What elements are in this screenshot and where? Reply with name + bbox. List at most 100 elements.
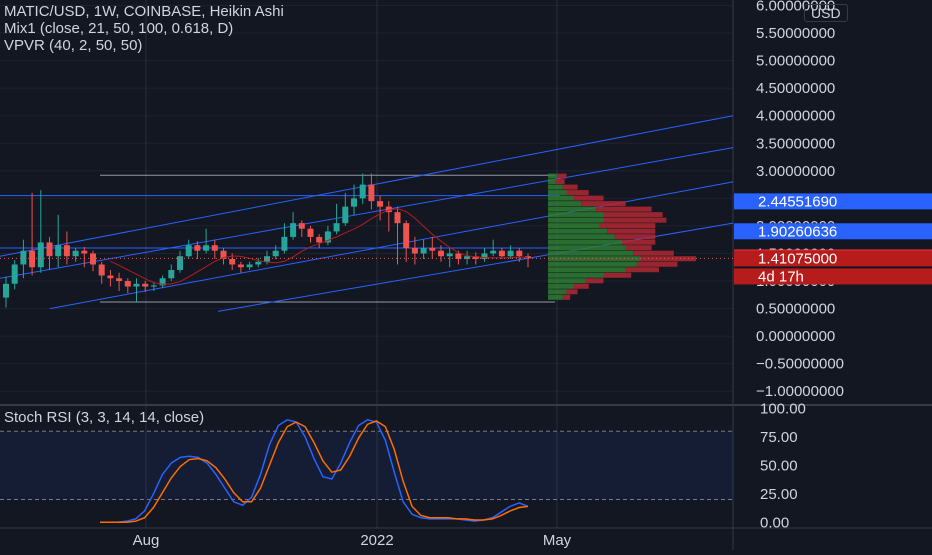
vpvr-up-bar [548, 195, 574, 201]
candle-body [90, 253, 96, 265]
candle-body [46, 242, 53, 257]
candle-body [63, 245, 70, 257]
vpvr-down-bar [566, 289, 578, 295]
candle-body [11, 264, 18, 284]
candle-body [142, 283, 149, 287]
candle-body [438, 250, 444, 257]
candle-body [194, 245, 201, 251]
vpvr-up-bar [548, 239, 622, 245]
candle-body [211, 245, 218, 251]
candle-body [229, 258, 236, 265]
candle-body [3, 283, 9, 298]
candle-body [507, 250, 514, 257]
vpvr-down-bar [566, 190, 589, 196]
price-tick-label: 0.50000000 [756, 301, 835, 318]
vpvr-up-bar [548, 184, 563, 190]
price-tick-label: −1.00000000 [756, 383, 844, 400]
vpvr-down-bar [625, 245, 652, 251]
price-tick-label: 3.50000000 [756, 135, 835, 152]
indicator-legend-mix[interactable]: Mix1 (close, 21, 50, 100, 0.618, D) [4, 20, 233, 37]
candle-body [403, 223, 410, 248]
candle-body [116, 278, 123, 282]
candle-body [98, 264, 105, 276]
price-tick-label: 5.50000000 [756, 25, 835, 42]
vpvr-up-bar [548, 190, 567, 196]
time-tick-label: 2022 [360, 532, 393, 549]
candle-body [133, 283, 140, 287]
price-tick-label: 4.50000000 [756, 80, 835, 97]
candle-body [203, 245, 210, 251]
chart-canvas[interactable]: 6.000000005.500000005.000000004.50000000… [0, 0, 932, 550]
candle-body [37, 242, 44, 268]
candle-body [342, 206, 349, 224]
vpvr-down-bar [622, 239, 656, 245]
candle-body [150, 285, 157, 287]
vpvr-up-bar [548, 173, 558, 179]
time-tick-label: May [543, 532, 572, 549]
stoch-tick-label: 50.00 [760, 457, 798, 474]
candle-body [307, 228, 314, 237]
vpvr-down-bar [636, 261, 678, 267]
candle-body [420, 247, 427, 254]
price-label-text: 1.41075000 [758, 250, 837, 267]
candle-body [411, 247, 418, 254]
candle-body [446, 253, 453, 257]
candle-body [246, 264, 253, 268]
price-tick-label: 3.00000000 [756, 163, 835, 180]
vpvr-up-bar [548, 283, 574, 289]
candle-body [394, 212, 401, 224]
vpvr-down-bar [599, 223, 656, 229]
vpvr-down-bar [625, 267, 659, 273]
vpvr-down-bar [573, 283, 589, 289]
vpvr-up-bar [548, 179, 556, 185]
stoch-tick-label: 75.00 [760, 429, 798, 446]
candle-body [281, 236, 288, 251]
price-tick-label: 4.00000000 [756, 108, 835, 125]
vpvr-up-bar [548, 245, 626, 251]
vpvr-up-bar [548, 294, 563, 300]
price-tick-label: −0.50000000 [756, 356, 844, 373]
vpvr-down-bar [555, 179, 565, 185]
vpvr-up-bar [548, 272, 604, 278]
stoch-tick-label: 25.00 [760, 486, 798, 503]
indicator-legend-vpvr[interactable]: VPVR (40, 2, 50, 50) [4, 37, 142, 54]
stoch-tick-label: 100.00 [760, 400, 806, 417]
vpvr-down-bar [633, 250, 674, 256]
candle-body [255, 261, 262, 265]
candle-body [264, 256, 270, 262]
vpvr-down-bar [603, 217, 667, 223]
symbol-legend[interactable]: MATIC/USD, 1W, COINBASE, Heikin Ashi [4, 3, 284, 20]
candle-body [490, 250, 497, 254]
vpvr-down-bar [581, 201, 626, 207]
vpvr-down-bar [614, 234, 656, 240]
chart-workspace[interactable]: 6.00000000 5.50000000 5.00000000 4.50000000… [0, 0, 932, 550]
price-tick-label: 0.00000000 [756, 328, 835, 345]
vpvr-down-bar [562, 294, 571, 300]
candle-body [429, 247, 436, 251]
price-label-text: 4d 17h [758, 268, 804, 285]
candle-body [516, 250, 523, 257]
price-label-text: 2.44551690 [758, 193, 837, 210]
vpvr-down-bar [573, 195, 604, 201]
vpvr-up-bar [548, 212, 604, 218]
stoch-tick-label: 0.00 [760, 514, 789, 531]
vpvr-up-bar [548, 261, 637, 267]
candle-body [72, 250, 79, 257]
candle-body [168, 270, 175, 279]
vpvr-up-bar [548, 267, 626, 273]
currency-button[interactable]: USD [804, 4, 848, 22]
vpvr-up-bar [548, 201, 582, 207]
candle-body [124, 281, 131, 287]
vpvr-down-bar [562, 184, 578, 190]
stoch-rsi-legend[interactable]: Stoch RSI (3, 3, 14, 14, close) [4, 409, 204, 426]
candle-body [185, 245, 192, 257]
candle-body [20, 250, 27, 265]
vpvr-up-bar [548, 217, 604, 223]
candle-body [29, 250, 36, 268]
candle-body [377, 201, 384, 207]
vpvr-down-bar [603, 212, 663, 218]
vpvr-up-bar [548, 234, 615, 240]
price-tick-label: 5.00000000 [756, 53, 835, 70]
candle-body [237, 264, 244, 268]
price-label-text: 1.90260636 [758, 223, 837, 240]
